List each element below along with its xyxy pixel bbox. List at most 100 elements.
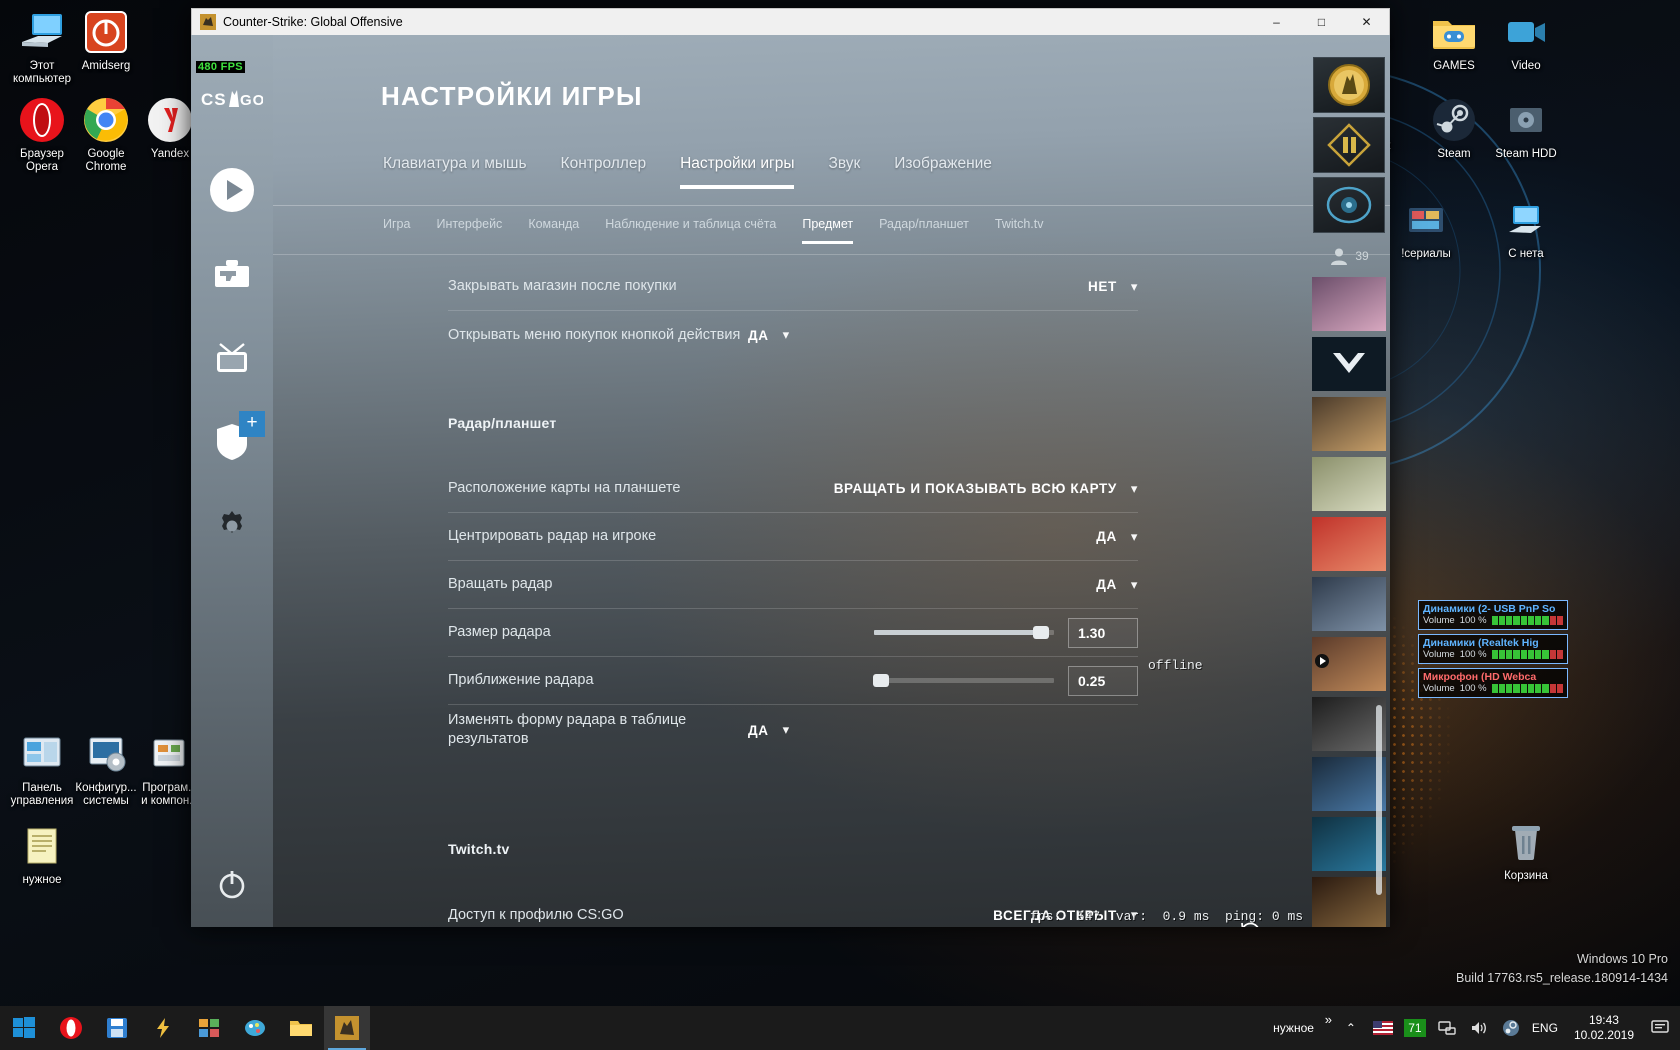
tab-audio[interactable]: Звук (828, 155, 860, 189)
friend-avatar[interactable] (1312, 397, 1386, 451)
setting-row-rotate-radar[interactable]: Вращать радар ДА ▾ (448, 561, 1138, 609)
taskbar-item-store[interactable] (186, 1006, 232, 1050)
window-titlebar[interactable]: Counter-Strike: Global Offensive – □ ✕ (191, 8, 1390, 35)
taskbar-item-flash[interactable] (140, 1006, 186, 1050)
setting-row-center-radar[interactable]: Центрировать радар на игроке ДА ▾ (448, 513, 1138, 561)
setting-label: Открывать меню покупок кнопкой действия (448, 326, 741, 343)
setting-row-buy-menu-action-key[interactable]: Открывать меню покупок кнопкой действия … (448, 311, 1138, 359)
volume-osd-group: Динамики (2- USB PnP So Volume 100 % Дин… (1418, 600, 1568, 702)
desktop-icon-folder-nuzhnoe[interactable]: нужное (0, 822, 84, 887)
close-button[interactable]: ✕ (1344, 9, 1389, 35)
chevron-down-icon: ▾ (782, 722, 790, 737)
settings-tabs: Клавиатура и мышь Контроллер Настройки и… (383, 155, 1390, 189)
action-center-icon[interactable] (1650, 1006, 1672, 1050)
maximize-button[interactable]: □ (1299, 9, 1344, 35)
sidebar-item-inventory[interactable] (209, 253, 255, 299)
csgo-taskbar-icon (335, 1016, 359, 1040)
gear-icon (215, 509, 249, 548)
setting-row-map-placement[interactable]: Расположение карты на планшете ВРАЩАТЬ И… (448, 465, 1138, 513)
taskbar-item-paint[interactable] (232, 1006, 278, 1050)
setting-dropdown[interactable]: НЕТ ▾ (1088, 279, 1138, 295)
radar-zoom-value-input[interactable]: 0.25 (1068, 665, 1138, 696)
flash-taskbar-icon (157, 1018, 169, 1038)
friend-avatar[interactable] (1312, 817, 1386, 871)
volume-icon[interactable] (1468, 1006, 1490, 1050)
tray-label[interactable]: нужное » (1273, 1006, 1332, 1050)
page-title: НАСТРОЙКИ ИГРЫ (381, 81, 643, 111)
steam-tray-icon[interactable] (1500, 1006, 1522, 1050)
setting-row-radar-zoom[interactable]: Приближение радара 0.25 (448, 657, 1138, 705)
setting-dropdown[interactable]: ДА ▾ (1096, 577, 1138, 593)
subtab-interface[interactable]: Интерфейс (436, 217, 502, 244)
setting-row-close-shop[interactable]: Закрывать магазин после покупки НЕТ ▾ (448, 263, 1138, 311)
slider-knob[interactable] (1033, 626, 1050, 639)
setting-row-radar-size[interactable]: Размер радара 1.30 (448, 609, 1138, 657)
friend-avatar[interactable] (1312, 337, 1386, 391)
keyboard-layout-flag-icon[interactable] (1372, 1006, 1394, 1050)
reset-button-label: СБРОС (1273, 926, 1330, 928)
sidebar-item-watch[interactable] (209, 337, 255, 383)
taskbar-item-csgo[interactable] (324, 1006, 370, 1050)
setting-dropdown[interactable]: ВРАЩАТЬ И ПОКАЗЫВАТЬ ВСЮ КАРТУ ▾ (834, 481, 1138, 497)
friend-avatar[interactable] (1312, 577, 1386, 631)
quit-button[interactable] (215, 867, 249, 901)
desktop-icon-steam-hdd[interactable]: Steam HDD (1484, 96, 1568, 161)
subtab-twitch[interactable]: Twitch.tv (995, 217, 1044, 244)
language-indicator[interactable]: ENG (1532, 1006, 1558, 1050)
csgo-window: Counter-Strike: Global Offensive – □ ✕ 4… (191, 8, 1390, 927)
subtab-spectator-scoreboard[interactable]: Наблюдение и таблица счёта (605, 217, 776, 244)
settings-scrollbar-thumb[interactable] (1376, 705, 1382, 895)
desktop-icon-network[interactable]: С нета (1484, 196, 1568, 261)
battery-percent-badge[interactable]: 71 (1403, 1019, 1426, 1037)
friend-avatar[interactable] (1312, 277, 1386, 331)
sidebar-item-play[interactable] (209, 167, 255, 215)
radar-zoom-slider[interactable] (873, 674, 1054, 687)
desktop-icon-label: Корзина (1504, 870, 1548, 882)
radar-size-slider[interactable] (874, 626, 1054, 639)
overflow-icon[interactable]: » (1325, 1012, 1332, 1027)
desktop-icon-recycle-bin[interactable]: Корзина (1484, 818, 1568, 883)
tab-video[interactable]: Изображение (894, 155, 992, 189)
setting-dropdown[interactable]: ДА ▾ (748, 722, 790, 738)
friend-avatar[interactable] (1312, 517, 1386, 571)
setting-label: Расположение карты на планшете (448, 480, 681, 496)
friend-avatar[interactable] (1312, 697, 1386, 751)
setting-row-radar-shape-scoreboard[interactable]: Изменять форму радара в таблице результа… (448, 705, 1138, 755)
setting-slider-group[interactable]: 1.30 (874, 617, 1138, 648)
clock[interactable]: 19:43 10.02.2019 (1568, 1013, 1640, 1043)
desktop-icon-video[interactable]: Video (1484, 8, 1568, 73)
medal-coin[interactable] (1313, 57, 1385, 113)
tray-chevron-up[interactable]: ⌃ (1340, 1006, 1362, 1050)
friend-avatar[interactable] (1312, 757, 1386, 811)
friend-avatar[interactable] (1312, 457, 1386, 511)
friends-online-count[interactable]: 39 (1312, 241, 1386, 271)
subtab-game[interactable]: Игра (383, 217, 410, 244)
taskbar-item-opera[interactable] (48, 1006, 94, 1050)
friend-avatar[interactable] (1312, 637, 1386, 691)
minimize-button[interactable]: – (1254, 9, 1299, 35)
medal-service[interactable] (1313, 177, 1385, 233)
start-button[interactable] (0, 1006, 48, 1050)
setting-slider-group[interactable]: 0.25 (873, 665, 1138, 696)
setting-dropdown[interactable]: ДА ▾ (748, 327, 790, 343)
desktop-icon-amidserg[interactable]: Amidserg (64, 8, 148, 73)
subtab-team[interactable]: Команда (528, 217, 579, 244)
radar-size-value-input[interactable]: 1.30 (1068, 617, 1138, 648)
taskbar-item-save[interactable] (94, 1006, 140, 1050)
subtab-radar-tablet[interactable]: Радар/планшет (879, 217, 969, 244)
reset-button[interactable]: СБРОС (1239, 920, 1330, 927)
tab-keyboard-mouse[interactable]: Клавиатура и мышь (383, 155, 527, 189)
tab-controller[interactable]: Контроллер (561, 155, 647, 189)
add-badge-icon[interactable]: + (239, 411, 265, 437)
subtab-item[interactable]: Предмет (802, 217, 853, 244)
taskbar-item-explorer[interactable] (278, 1006, 324, 1050)
tab-game-settings[interactable]: Настройки игры (680, 155, 795, 189)
sidebar-item-settings[interactable] (209, 505, 255, 551)
network-icon[interactable] (1436, 1006, 1458, 1050)
recycle-bin-icon (1484, 818, 1568, 866)
slider-knob[interactable] (873, 674, 890, 687)
setting-dropdown[interactable]: ДА ▾ (1096, 529, 1138, 545)
sidebar-item-profile-rank[interactable]: + (209, 411, 265, 467)
medal-rank[interactable] (1313, 117, 1385, 173)
desktop-icon-series[interactable]: !сериалы (1384, 196, 1468, 261)
